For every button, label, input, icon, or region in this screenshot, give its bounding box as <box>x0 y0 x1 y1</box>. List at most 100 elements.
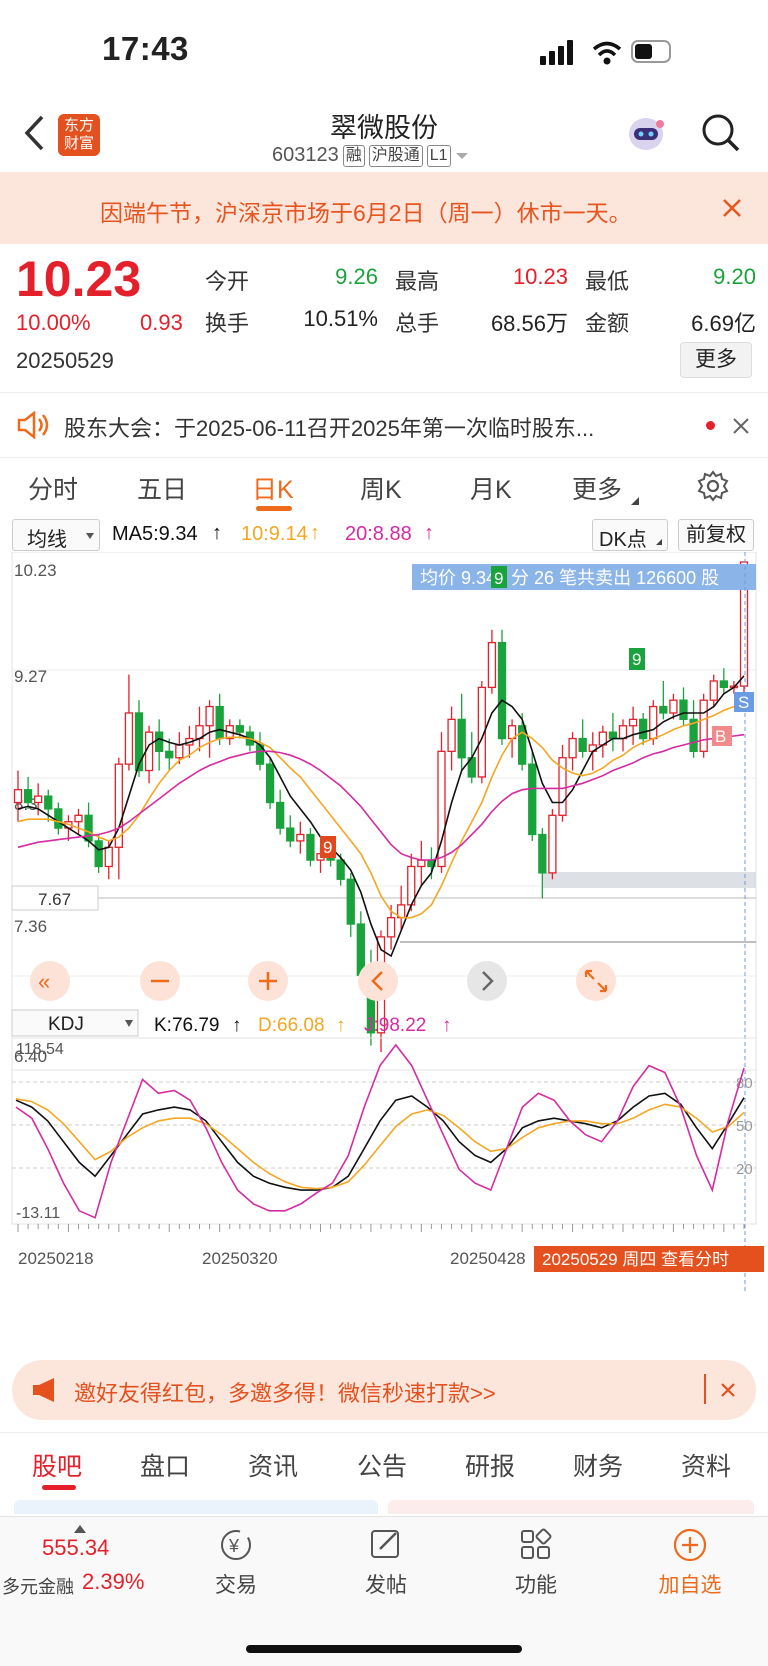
chart-controls: « <box>30 961 616 1001</box>
notice-text: 股东大会：于2025-06-11召开2025年第一次临时股东... <box>64 416 595 441</box>
invite-text: 邀好友得红包，多邀多得！微信秒速打款>> <box>74 1381 496 1406</box>
candle-body <box>84 814 93 842</box>
tab-five-day[interactable]: 五日 <box>137 470 187 506</box>
kdj-j-arrow: ↑ <box>442 1015 452 1036</box>
add-watchlist-button[interactable]: 加自选 <box>630 1527 750 1599</box>
adjust-button[interactable]: 前复权 <box>678 519 754 551</box>
volume-value: 68.56万 <box>490 311 568 336</box>
open-label: 今开 <box>205 269 250 294</box>
invite-banner[interactable]: 邀好友得红包，多邀多得！微信秒速打款>> <box>12 1360 756 1420</box>
robot-assistant-icon[interactable] <box>624 112 668 156</box>
ma5-arrow: ↑ <box>212 522 222 544</box>
signal-label: 9 <box>494 569 503 588</box>
turnover-label: 换手 <box>205 311 250 336</box>
tag-margin: 融 <box>342 144 365 167</box>
candle-body <box>649 705 658 740</box>
candle-body <box>618 725 628 740</box>
ma-selector-label: 均线 <box>27 529 67 551</box>
settings-gear-icon[interactable] <box>697 470 729 502</box>
trade-label: 交易 <box>215 1574 257 1597</box>
candle-body <box>487 641 497 689</box>
functions-button[interactable]: 功能 <box>476 1527 596 1599</box>
tab-more[interactable]: 更多 <box>572 470 622 506</box>
tab-intraday[interactable]: 分时 <box>28 470 78 506</box>
invite-close-icon[interactable] <box>720 1382 736 1398</box>
candle-body <box>175 744 184 759</box>
kdj-j-value: J:98.22 <box>364 1015 426 1036</box>
candle-body <box>578 737 587 752</box>
candle-body <box>235 725 244 733</box>
open-value: 9.26 <box>335 264 378 289</box>
status-time: 17:43 <box>102 30 189 67</box>
candle-body <box>23 789 33 804</box>
candle-body <box>386 917 396 938</box>
post-button[interactable]: 发帖 <box>326 1527 446 1599</box>
signal-icon <box>540 56 546 65</box>
kdj-d-arrow: ↑ <box>336 1015 346 1036</box>
tab-news[interactable]: 资讯 <box>248 1447 298 1483</box>
notice-close-icon[interactable] <box>732 417 750 435</box>
candle-body <box>44 795 53 810</box>
unread-dot <box>706 421 715 430</box>
period-tabs: 分时 五日 日K 周K 月K 更多 <box>0 456 768 516</box>
tab-weekly-k[interactable]: 周K <box>360 470 402 506</box>
kline-chart[interactable]: 7.67 10.23 9.27 8.3 7.36 6.40 均价 9.342 分… <box>0 552 768 1322</box>
candle-body <box>124 712 134 765</box>
kdj-d-value: D:66.08 <box>258 1015 325 1036</box>
index-name[interactable]: 多元金融 <box>2 1573 74 1599</box>
tab-handicap[interactable]: 盘口 <box>140 1447 190 1483</box>
battery-icon <box>631 40 671 63</box>
tab-daily-k[interactable]: 日K <box>252 470 294 506</box>
holiday-banner: 因端午节，沪深京市场于6月2日（周一）休市一天。 <box>0 172 768 244</box>
candle-body <box>457 718 466 759</box>
candle-body <box>205 705 214 727</box>
signal-markers: 9 9 9 B S <box>320 566 754 858</box>
axis-label-top: 10.23 <box>14 561 57 580</box>
tab-guba[interactable]: 股吧 <box>32 1447 82 1483</box>
search-icon[interactable] <box>700 112 742 154</box>
candle-body <box>34 795 43 804</box>
candle-body <box>286 827 295 842</box>
candle-body <box>538 833 547 874</box>
ma20-arrow: ↑ <box>424 522 434 544</box>
ma20-value: 20:8.88 <box>345 523 412 545</box>
ma5-value: MA5:9.34 <box>112 523 198 545</box>
tab-profile[interactable]: 资料 <box>681 1447 731 1483</box>
tab-monthly-k[interactable]: 月K <box>470 470 512 506</box>
index-percent[interactable]: 2.39% <box>82 1569 144 1595</box>
tab-finance[interactable]: 财务 <box>573 1447 623 1483</box>
holiday-banner-text: 因端午节，沪深京市场于6月2日（周一）休市一天。 <box>100 200 632 226</box>
candle-body <box>639 718 648 740</box>
candle-body <box>74 814 83 823</box>
functions-label: 功能 <box>515 1574 557 1597</box>
dk-selector[interactable]: DK点 <box>592 519 668 551</box>
candle-body <box>548 814 557 874</box>
axis-label-4: 7.36 <box>14 917 47 936</box>
trade-button[interactable]: ¥ 交易 <box>176 1527 296 1599</box>
stock-subtitle: 603123 融 沪股通 L1 <box>272 144 469 167</box>
kdj-axis-top: 118.54 <box>16 1041 64 1058</box>
candle-body <box>568 737 577 759</box>
low-label: 最低 <box>585 269 630 294</box>
index-value[interactable]: 555.34 <box>42 1535 109 1561</box>
tab-research[interactable]: 研报 <box>465 1447 515 1483</box>
candle-body <box>265 763 275 804</box>
scroll-left-button <box>358 961 398 1001</box>
ma-selector[interactable]: 均线 <box>12 519 100 551</box>
date-ticks <box>17 1224 745 1232</box>
date-label-1: 20250218 <box>18 1249 94 1268</box>
notice-bar[interactable]: 股东大会：于2025-06-11召开2025年第一次临时股东... <box>0 392 768 458</box>
caret-down-icon[interactable] <box>455 151 469 161</box>
candle-body <box>417 859 426 868</box>
more-quote-button[interactable]: 更多 <box>680 342 752 378</box>
close-icon[interactable] <box>722 198 742 218</box>
tab-announcements[interactable]: 公告 <box>357 1447 407 1483</box>
kdj-k-line <box>15 1092 745 1191</box>
turnover-value: 10.51% <box>303 306 378 331</box>
candle-body <box>155 731 164 752</box>
tab-more-caret-icon <box>631 497 639 505</box>
amount-label: 金额 <box>585 311 630 336</box>
resistance-band <box>542 872 756 888</box>
content-tab-indicator <box>42 1485 76 1490</box>
high-value: 10.23 <box>512 264 568 289</box>
